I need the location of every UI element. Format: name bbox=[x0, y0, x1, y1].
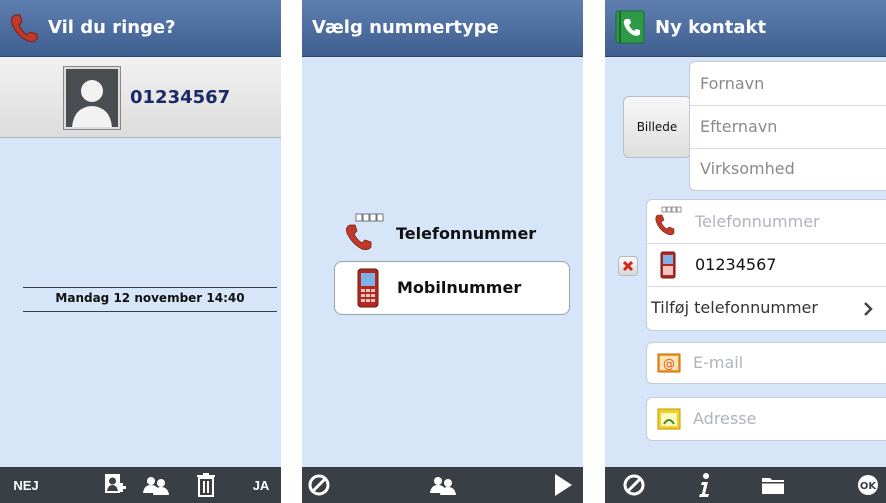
landline-phone-icon bbox=[346, 213, 384, 251]
photo-button-label: Billede bbox=[636, 120, 678, 134]
svg-text:@: @ bbox=[663, 357, 675, 371]
new-contact-screen: Ny kontakt Billede Fornavn Efternavn Vir… bbox=[605, 0, 886, 503]
info-button[interactable] bbox=[689, 467, 719, 503]
phone-placeholder: Telefonnummer bbox=[695, 212, 820, 231]
person-silhouette-icon bbox=[66, 69, 118, 127]
divider-top bbox=[23, 287, 277, 288]
no-button-label: NEJ bbox=[13, 477, 39, 493]
cancel-button[interactable] bbox=[617, 467, 651, 503]
mobile-phone-icon bbox=[660, 251, 676, 279]
first-name-field[interactable]: Fornavn bbox=[690, 62, 886, 105]
contact-number: 01234567 bbox=[130, 87, 231, 108]
ok-button[interactable]: OK bbox=[851, 467, 885, 503]
company-field[interactable]: Virksomhed bbox=[690, 149, 886, 190]
number-type-screen: Vælg nummertype Telefonnummer Mobilnumme… bbox=[302, 0, 583, 503]
add-phone-row[interactable]: Tilføj telefonnummer bbox=[647, 287, 886, 330]
field-placeholder: Fornavn bbox=[700, 74, 765, 93]
phone-fields-group: Telefonnummer 01234567 Tilføj telefonnum… bbox=[646, 199, 886, 331]
mobile-number-field[interactable]: 01234567 bbox=[647, 244, 886, 286]
screen-title: Vil du ringe? bbox=[48, 17, 176, 38]
cancel-icon bbox=[308, 474, 330, 496]
play-arrow-icon bbox=[555, 474, 572, 496]
landline-phone-icon bbox=[655, 206, 682, 236]
option-landline[interactable]: Telefonnummer bbox=[334, 211, 570, 257]
contacts-icon bbox=[430, 477, 456, 495]
title-bar: Ny kontakt bbox=[605, 0, 886, 57]
contacts-button[interactable] bbox=[135, 467, 177, 503]
folder-icon bbox=[762, 478, 784, 494]
ok-icon: OK bbox=[858, 475, 878, 495]
trash-icon bbox=[197, 473, 215, 497]
yes-button[interactable]: JA bbox=[241, 467, 281, 503]
avatar bbox=[64, 67, 120, 129]
option-mobile[interactable]: Mobilnummer bbox=[334, 261, 570, 315]
call-datetime: Mandag 12 november 14:40 bbox=[55, 291, 245, 305]
info-icon bbox=[699, 473, 709, 497]
bottom-toolbar: NEJ JA bbox=[0, 467, 281, 503]
close-icon bbox=[622, 260, 634, 272]
photo-button[interactable]: Billede bbox=[623, 96, 691, 158]
folder-button[interactable] bbox=[753, 467, 793, 503]
last-name-field[interactable]: Efternavn bbox=[690, 106, 886, 148]
field-placeholder: Efternavn bbox=[700, 117, 778, 136]
add-contact-button[interactable] bbox=[93, 467, 137, 503]
title-bar: Vælg nummertype bbox=[302, 0, 583, 57]
add-phone-label: Tilføj telefonnummer bbox=[651, 298, 818, 317]
bottom-toolbar bbox=[302, 467, 583, 503]
address-field[interactable]: Adresse bbox=[646, 397, 886, 441]
screen-title: Vælg nummertype bbox=[312, 17, 499, 38]
delete-button[interactable] bbox=[187, 467, 225, 503]
name-fields-group: Fornavn Efternavn Virksomhed bbox=[689, 61, 886, 191]
svg-text:OK: OK bbox=[860, 481, 878, 492]
email-placeholder: E-mail bbox=[693, 353, 744, 372]
email-at-icon: @ bbox=[657, 353, 681, 373]
contact-header: 01234567 bbox=[0, 57, 281, 138]
mobile-number-value: 01234567 bbox=[695, 255, 777, 274]
contacts-button[interactable] bbox=[422, 467, 464, 503]
phone-handset-icon bbox=[10, 14, 38, 43]
screen-title: Ny kontakt bbox=[655, 17, 767, 38]
next-button[interactable] bbox=[546, 467, 580, 503]
no-button[interactable]: NEJ bbox=[0, 467, 52, 503]
field-placeholder: Virksomhed bbox=[700, 159, 795, 178]
option-label: Mobilnummer bbox=[397, 278, 522, 297]
mobile-phone-icon bbox=[357, 268, 379, 308]
email-field[interactable]: @ E-mail bbox=[646, 342, 886, 384]
address-placeholder: Adresse bbox=[693, 409, 757, 428]
call-confirm-screen: Vil du ringe? 01234567 Mandag 12 novembe… bbox=[0, 0, 281, 503]
title-bar: Vil du ringe? bbox=[0, 0, 281, 57]
divider-bottom bbox=[23, 311, 277, 312]
chevron-right-icon bbox=[864, 302, 873, 316]
option-label: Telefonnummer bbox=[396, 224, 537, 243]
add-contact-icon bbox=[105, 474, 126, 493]
contacts-icon bbox=[143, 477, 169, 495]
contacts-app-icon bbox=[615, 10, 645, 44]
address-icon bbox=[657, 408, 681, 430]
yes-button-label: JA bbox=[252, 477, 270, 493]
cancel-button[interactable] bbox=[302, 467, 336, 503]
cancel-icon bbox=[623, 474, 645, 496]
phone-number-field[interactable]: Telefonnummer bbox=[647, 200, 886, 243]
remove-mobile-button[interactable] bbox=[618, 256, 638, 276]
bottom-toolbar: OK bbox=[605, 467, 886, 503]
